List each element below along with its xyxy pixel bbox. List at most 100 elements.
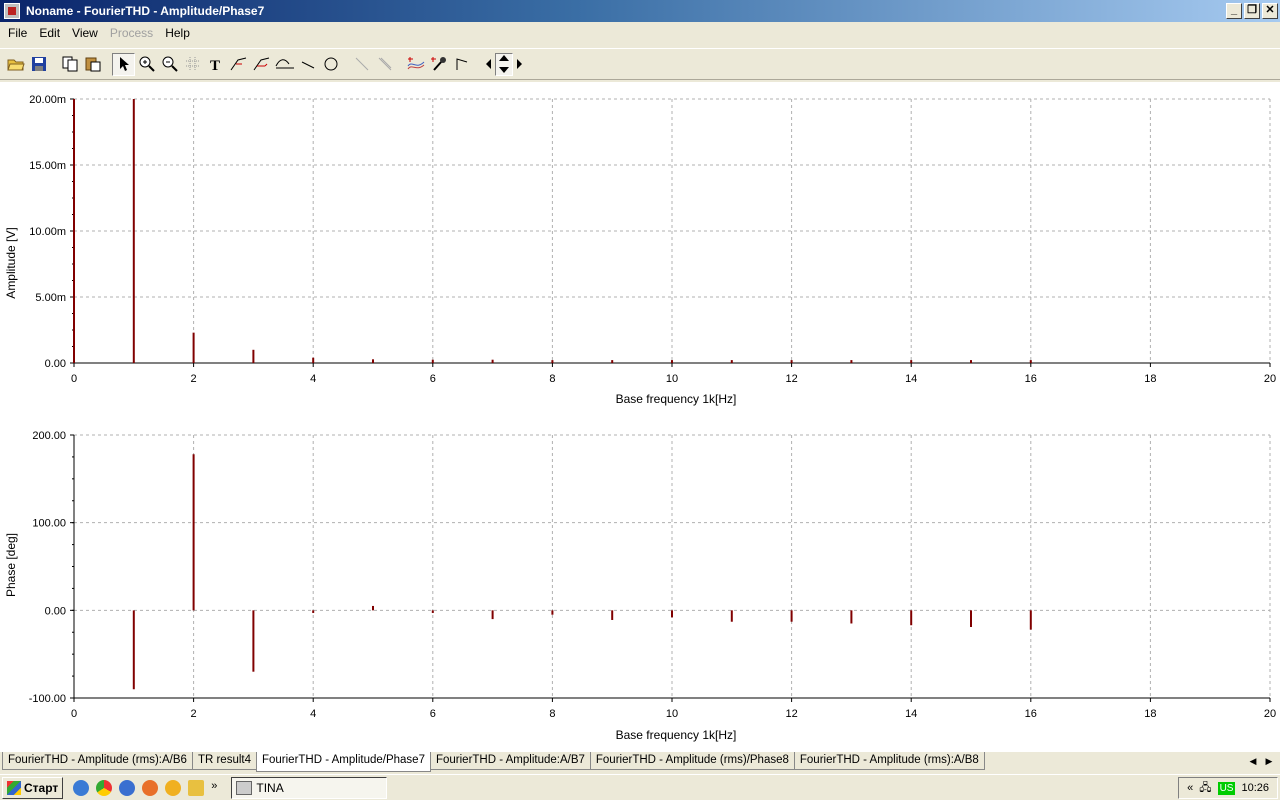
taskbar-task-tina[interactable]: TINA (231, 776, 388, 799)
amplitude-xlabel: Base frequency 1k[Hz] (616, 392, 737, 406)
svg-text:T: T (210, 58, 220, 72)
pointer-icon[interactable] (112, 52, 135, 76)
curve-marker-icon[interactable] (227, 53, 250, 76)
arrow-left-icon[interactable] (481, 53, 495, 76)
y-tick-label: 200.00 (32, 430, 66, 442)
clock: 10:26 (1241, 782, 1269, 794)
ie-icon[interactable] (73, 779, 90, 796)
diag-line-2-icon[interactable] (373, 53, 396, 76)
x-tick-label: 2 (191, 708, 197, 720)
network-icon[interactable]: 🖧 (1199, 779, 1211, 798)
add-curve-icon[interactable] (404, 53, 427, 76)
x-tick-label: 14 (905, 373, 917, 385)
app-icon (4, 3, 20, 19)
windows-logo-icon (7, 780, 21, 795)
toolbar: T (0, 48, 1280, 80)
y-tick-label: 5.00m (35, 292, 66, 304)
menu-file[interactable]: File (2, 24, 33, 42)
system-tray: « 🖧 US 10:26 (1178, 777, 1278, 799)
x-tick-label: 14 (905, 708, 917, 720)
menu-view[interactable]: View (66, 24, 104, 42)
x-tick-label: 16 (1025, 708, 1037, 720)
plot-area[interactable]: 0 2 4 6 8 10 12 14 16 18 20 0.00 5.00m 10.00m 15.00m 20… (0, 82, 1280, 752)
tab-scroll-right-icon[interactable]: ▶ (1262, 754, 1276, 768)
text-icon[interactable]: T (204, 53, 227, 76)
curve-marker-2-icon[interactable] (250, 53, 273, 76)
line-icon[interactable] (296, 53, 319, 76)
x-tick-label: 0 (71, 373, 77, 385)
axis-marker-icon[interactable] (273, 53, 296, 76)
x-tick-label: 20 (1264, 373, 1276, 385)
menu-help[interactable]: Help (159, 24, 196, 42)
arrow-right-icon[interactable] (513, 53, 527, 76)
close-button[interactable]: ✕ (1262, 3, 1278, 19)
tab-amplitude-rms-ab6[interactable]: FourierTHD - Amplitude (rms):A/B6 (2, 752, 193, 770)
start-label: Старт (24, 780, 59, 795)
circle-icon[interactable] (319, 53, 342, 76)
x-tick-label: 6 (430, 708, 436, 720)
tab-scroll-left-icon[interactable]: ◀ (1246, 754, 1260, 768)
x-tick-label: 18 (1144, 708, 1156, 720)
x-tick-label: 0 (71, 708, 77, 720)
chevron-right-icon[interactable]: » (211, 780, 217, 796)
x-tick-label: 10 (666, 373, 678, 385)
opera-icon[interactable] (119, 779, 136, 796)
restore-button[interactable]: ❐ (1244, 3, 1260, 19)
y-tick-label: 20.00m (29, 94, 66, 106)
amplitude-ylabel: Amplitude [V] (4, 227, 18, 298)
x-tick-label: 8 (549, 373, 555, 385)
cursor-icon[interactable] (450, 53, 473, 76)
window-title: Noname - FourierTHD - Amplitude/Phase7 (26, 4, 265, 18)
y-tick-label: 10.00m (29, 226, 66, 238)
y-tick-label: 100.00 (32, 518, 66, 530)
task-label: TINA (256, 780, 284, 795)
amplitude-chart: 0 2 4 6 8 10 12 14 16 18 20 0.00 5.00m 10.00m 15.00m 20… (29, 94, 1276, 385)
zoom-out-icon[interactable] (158, 53, 181, 76)
x-tick-label: 6 (430, 373, 436, 385)
explorer-icon[interactable] (188, 779, 205, 796)
x-tick-label: 2 (191, 373, 197, 385)
tab-amplitude-rms-phase8[interactable]: FourierTHD - Amplitude (rms)/Phase8 (589, 752, 795, 770)
phase-xlabel: Base frequency 1k[Hz] (616, 728, 737, 742)
diag-line-icon[interactable] (350, 53, 373, 76)
y-tick-label: 0.00 (45, 358, 66, 370)
menu-process[interactable]: Process (104, 24, 159, 42)
minimize-button[interactable]: _ (1226, 3, 1242, 19)
tab-amplitude-phase7[interactable]: FourierTHD - Amplitude/Phase7 (255, 752, 431, 772)
chrome-icon[interactable] (96, 779, 113, 796)
menu-edit[interactable]: Edit (33, 24, 66, 42)
phase-ylabel: Phase [deg] (4, 533, 18, 597)
media-player-icon[interactable] (165, 779, 182, 796)
phase-chart: 0 2 4 6 8 10 12 14 16 18 20 -100.00 0.00 100.00 200.00 (29, 430, 1276, 720)
save-icon[interactable] (27, 53, 50, 76)
x-tick-label: 12 (785, 708, 797, 720)
firefox-icon[interactable] (142, 779, 159, 796)
x-tick-label: 8 (549, 708, 555, 720)
arrow-updown-icon[interactable] (495, 52, 513, 76)
y-tick-label: 15.00m (29, 160, 66, 172)
title-bar: Noname - FourierTHD - Amplitude/Phase7 _… (0, 0, 1280, 22)
tab-amplitude-rms-ab8[interactable]: FourierTHD - Amplitude (rms):A/B8 (793, 752, 985, 770)
x-tick-label: 16 (1025, 373, 1037, 385)
tab-amplitude-ab7[interactable]: FourierTHD - Amplitude:A/B7 (429, 752, 591, 770)
x-tick-label: 18 (1144, 373, 1156, 385)
start-button[interactable]: Старт (2, 776, 64, 799)
x-tick-label: 4 (310, 373, 316, 385)
tray-expand-icon[interactable]: « (1187, 782, 1193, 794)
x-tick-label: 12 (785, 373, 797, 385)
charts-svg: 0 2 4 6 8 10 12 14 16 18 200.005.00m10.00m15.00m20… (4, 94, 1276, 742)
y-tick-label: -100.00 (29, 693, 66, 705)
sheet-tabbar: FourierTHD - Amplitude (rms):A/B6 TR res… (0, 752, 1280, 772)
zoom-in-icon[interactable] (135, 53, 158, 76)
menu-bar: File Edit View Process Help (0, 22, 1280, 44)
grid-icon[interactable] (181, 53, 204, 76)
copy-icon[interactable] (58, 53, 81, 76)
paste-icon[interactable] (81, 53, 104, 76)
x-tick-label: 4 (310, 708, 316, 720)
language-indicator[interactable]: US (1217, 781, 1236, 795)
tina-icon (236, 780, 253, 795)
tab-tr-result4[interactable]: TR result4 (191, 752, 257, 770)
x-tick-label: 20 (1264, 708, 1276, 720)
pick-color-icon[interactable] (427, 53, 450, 76)
open-icon[interactable] (4, 53, 27, 76)
